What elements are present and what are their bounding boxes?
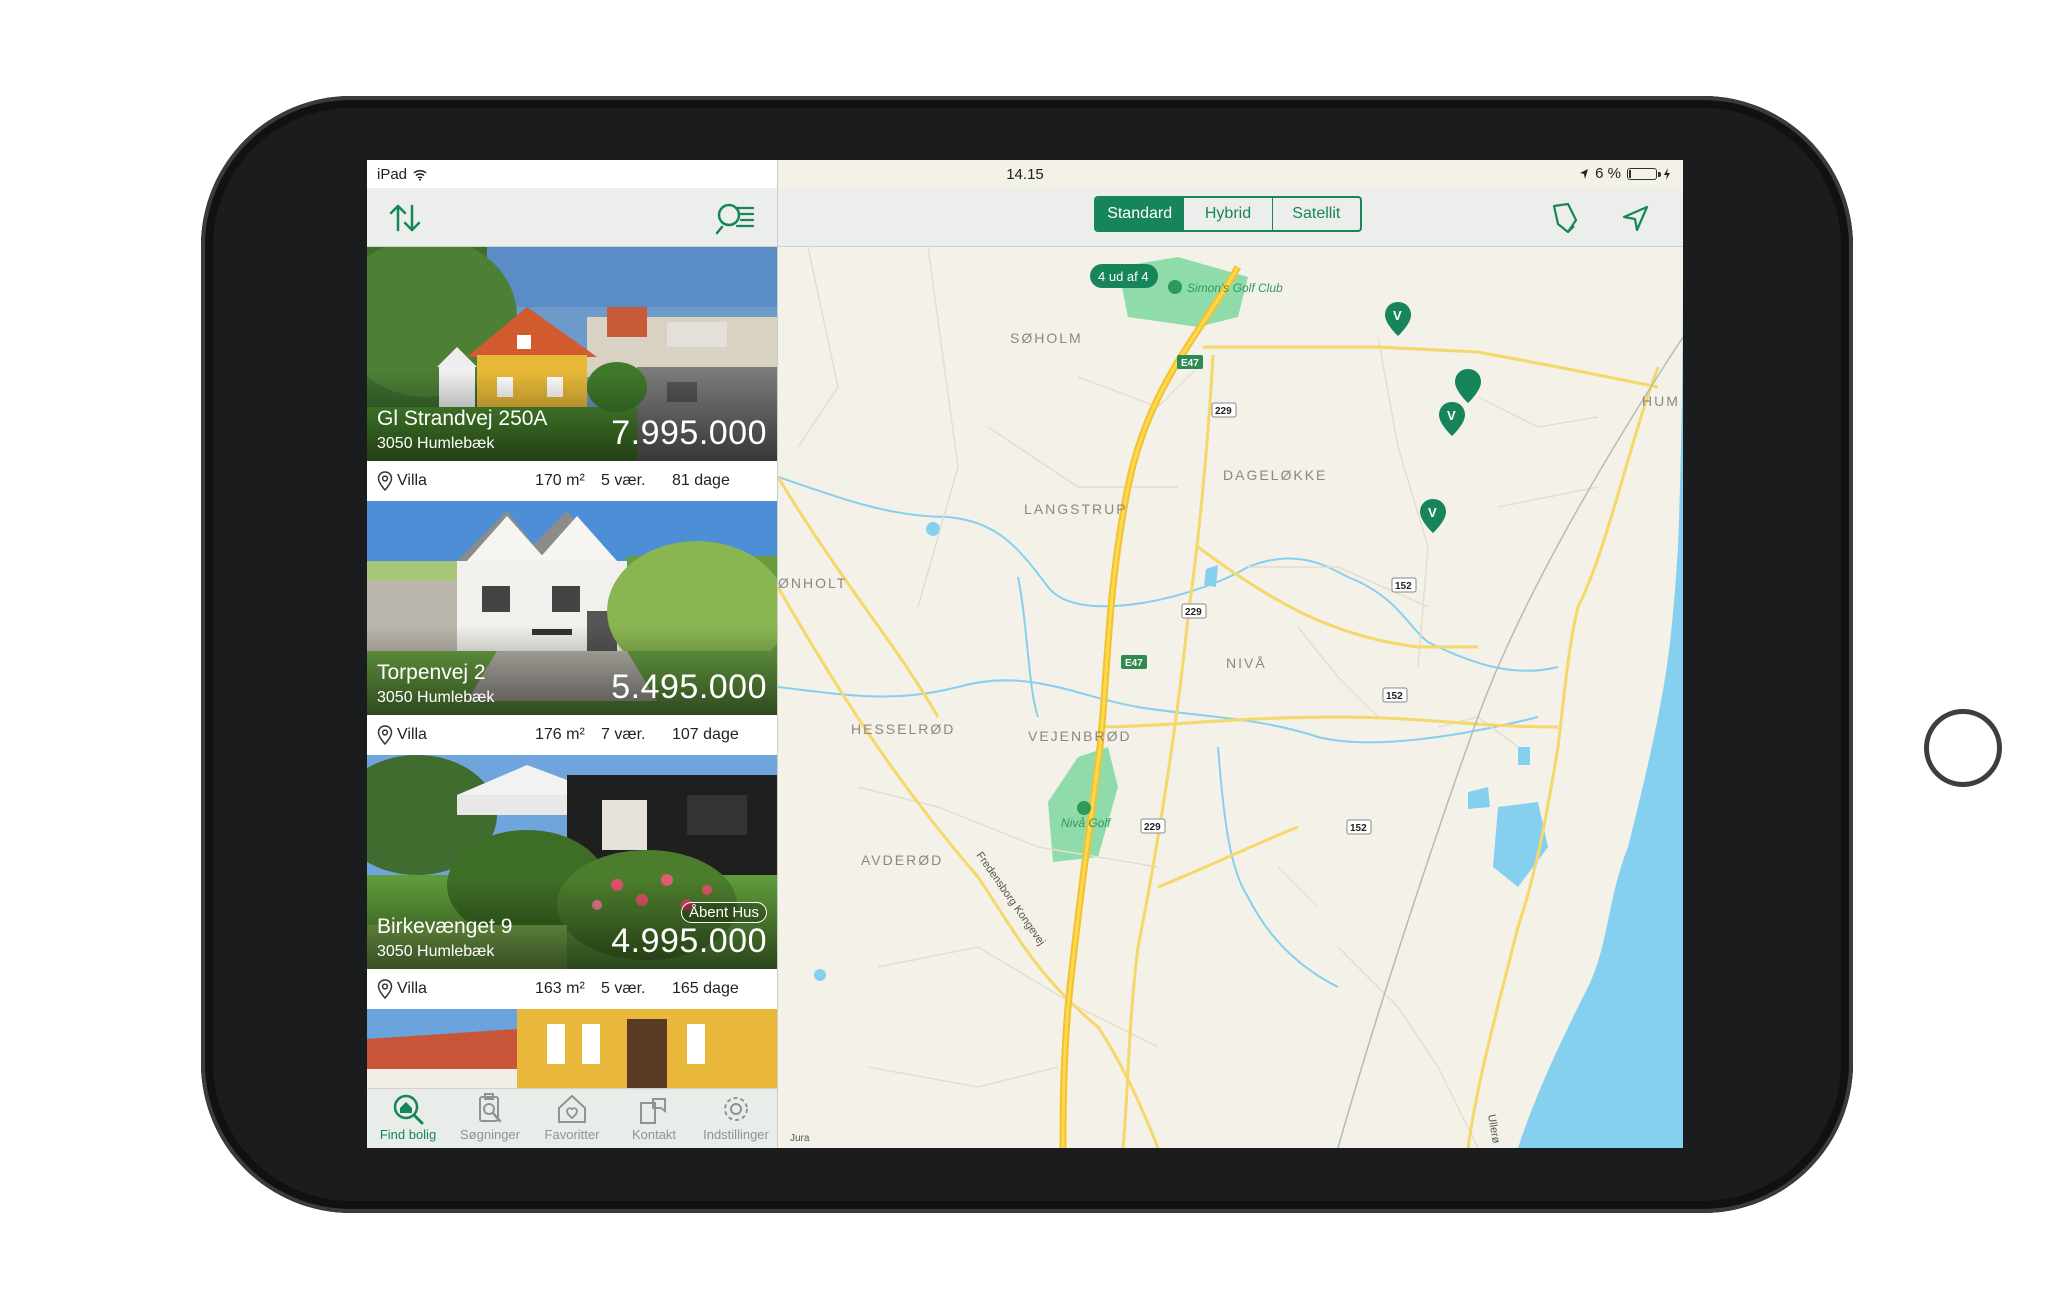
- segment-satellit[interactable]: Satellit: [1271, 198, 1360, 230]
- battery-fill: [1629, 169, 1631, 178]
- battery-icon: [1627, 167, 1661, 180]
- place-label: DAGELØKKE: [1223, 467, 1327, 483]
- place-label: HESSELRØD: [851, 721, 955, 737]
- listing-card[interactable]: Gl Strandvej 250A 3050 Humlebæk 7.995.00…: [367, 247, 777, 501]
- settings-gear-icon: [724, 1097, 748, 1121]
- listing-type: Villa: [397, 980, 427, 997]
- location-icon: [1580, 168, 1589, 179]
- clock: 14.15: [1006, 166, 1044, 183]
- segment-hybrid[interactable]: Hybrid: [1183, 198, 1271, 230]
- listing-panel: Gl Strandvej 250A 3050 Humlebæk 7.995.00…: [367, 160, 777, 1148]
- tab-find-bolig[interactable]: Find bolig: [367, 1093, 449, 1148]
- listing-type: Villa: [397, 726, 427, 743]
- golf-label: Nivå Golf: [1061, 816, 1112, 830]
- map-toolbar: Standard Hybrid Satellit: [778, 188, 1683, 247]
- listing-price: 5.495.000: [611, 668, 767, 706]
- listing-city: 3050 Humlebæk: [377, 435, 495, 452]
- home-search-icon: [393, 1094, 424, 1125]
- place-label: NIVÅ: [1226, 655, 1267, 671]
- search-filter-icon[interactable]: [715, 200, 755, 236]
- road-label: E47: [1125, 658, 1143, 669]
- listing-info: Villa 176 m² 7 vær. 107 dage: [367, 715, 777, 755]
- location-arrow-icon[interactable]: [1618, 200, 1654, 236]
- listing-address: Torpenvej 2: [377, 661, 486, 684]
- pin-label: V: [1393, 308, 1402, 323]
- screen: Gl Strandvej 250A 3050 Humlebæk 7.995.00…: [367, 160, 1683, 1148]
- pin-icon: [377, 471, 393, 491]
- listing-days: 81 dage: [672, 472, 730, 489]
- listing-area: 163 m²: [535, 980, 585, 997]
- listing-photo: Gl Strandvej 250A 3050 Humlebæk 7.995.00…: [367, 247, 777, 461]
- listing-card[interactable]: Torpenvej 2 3050 Humlebæk 5.495.000 Vill…: [367, 501, 777, 755]
- sort-icon[interactable]: [387, 200, 423, 236]
- tab-indstillinger[interactable]: Indstillinger: [695, 1093, 777, 1148]
- listing-card[interactable]: Åbent Hus Birkevænget 9 3050 Humlebæk 4.…: [367, 755, 777, 1009]
- road-label: 229: [1144, 822, 1161, 833]
- search-doc-icon: [479, 1093, 502, 1123]
- road-label: 152: [1350, 823, 1367, 834]
- golf-label: Simon's Golf Club: [1187, 281, 1283, 295]
- charging-icon: [1664, 167, 1670, 180]
- map-type-segmented-control: Standard Hybrid Satellit: [1094, 196, 1362, 232]
- listing-photo: [367, 1009, 777, 1090]
- listing-city: 3050 Humlebæk: [377, 943, 495, 960]
- place-label: VEJENBRØD: [1028, 728, 1132, 744]
- road-label: 229: [1215, 406, 1232, 417]
- pin-icon: [377, 725, 393, 745]
- listing-type: Villa: [397, 472, 427, 489]
- listing-photo: Torpenvej 2 3050 Humlebæk 5.495.000: [367, 501, 777, 715]
- listing-days: 107 dage: [672, 726, 739, 743]
- tab-label: Find bolig: [379, 1127, 437, 1142]
- tab-sogninger[interactable]: Søgninger: [449, 1093, 531, 1148]
- listing-area: 170 m²: [535, 472, 585, 489]
- road-label: 152: [1395, 581, 1412, 592]
- tab-label: Søgninger: [460, 1127, 520, 1142]
- place-label: ØNHOLT: [778, 575, 847, 591]
- listing-info: Villa 163 m² 5 vær. 165 dage: [367, 969, 777, 1009]
- road-label: 152: [1386, 691, 1403, 702]
- listing-rooms: 5 vær.: [601, 980, 646, 997]
- listing-address: Birkevænget 9: [377, 915, 513, 938]
- tab-label: Indstillinger: [703, 1127, 769, 1142]
- draw-area-icon[interactable]: [1546, 200, 1582, 236]
- tab-label: Favoritter: [544, 1127, 600, 1142]
- listing-area: 176 m²: [535, 726, 585, 743]
- list-toolbar: [367, 188, 777, 247]
- road-label: E47: [1181, 358, 1199, 369]
- road-label: 229: [1185, 607, 1202, 618]
- listing-rooms: 5 vær.: [601, 472, 646, 489]
- map-panel: Standard Hybrid Satellit SØHOLM LANGSTRU…: [776, 160, 1683, 1148]
- listing-price: 7.995.000: [611, 414, 767, 452]
- pin-label: V: [1428, 505, 1437, 520]
- map-attribution: Jura: [790, 1133, 810, 1144]
- place-label: HUM: [1642, 393, 1680, 409]
- segment-standard[interactable]: Standard: [1096, 198, 1184, 230]
- listing-days: 165 dage: [672, 980, 739, 997]
- listing-city: 3050 Humlebæk: [377, 689, 495, 706]
- place-label: LANGSTRUP: [1024, 501, 1128, 517]
- listing-price: 4.995.000: [611, 922, 767, 960]
- results-count: 4 ud af 4: [1098, 269, 1149, 284]
- listing-photo: Åbent Hus Birkevænget 9 3050 Humlebæk 4.…: [367, 755, 777, 969]
- tab-label: Kontakt: [631, 1127, 677, 1142]
- tab-favoritter[interactable]: Favoritter: [531, 1093, 613, 1148]
- listing-info: Villa 170 m² 5 vær. 81 dage: [367, 461, 777, 501]
- home-button[interactable]: [1924, 709, 2002, 787]
- open-house-badge: Åbent Hus: [680, 902, 767, 923]
- listing-rooms: 7 vær.: [601, 726, 646, 743]
- map-view[interactable]: SØHOLM LANGSTRUP DAGELØKKE ØNHOLT NIVÅ H…: [776, 246, 1683, 1148]
- heart-house-icon: [558, 1094, 586, 1123]
- contact-icon: [640, 1098, 666, 1124]
- tab-kontakt[interactable]: Kontakt: [613, 1093, 695, 1148]
- place-label: SØHOLM: [1010, 330, 1083, 346]
- pin-label: V: [1447, 408, 1456, 423]
- tab-bar: Find bolig Søgninger Favoritter Kontakt …: [367, 1088, 777, 1148]
- listing-list[interactable]: Gl Strandvej 250A 3050 Humlebæk 7.995.00…: [367, 247, 777, 1090]
- battery-percent: 6 %: [1595, 165, 1621, 182]
- place-label: AVDERØD: [861, 852, 943, 868]
- pin-icon: [377, 979, 393, 999]
- status-bar: iPad 14.15 6 %: [367, 160, 1683, 188]
- listing-address: Gl Strandvej 250A: [377, 407, 548, 430]
- listing-card[interactable]: [367, 1009, 777, 1090]
